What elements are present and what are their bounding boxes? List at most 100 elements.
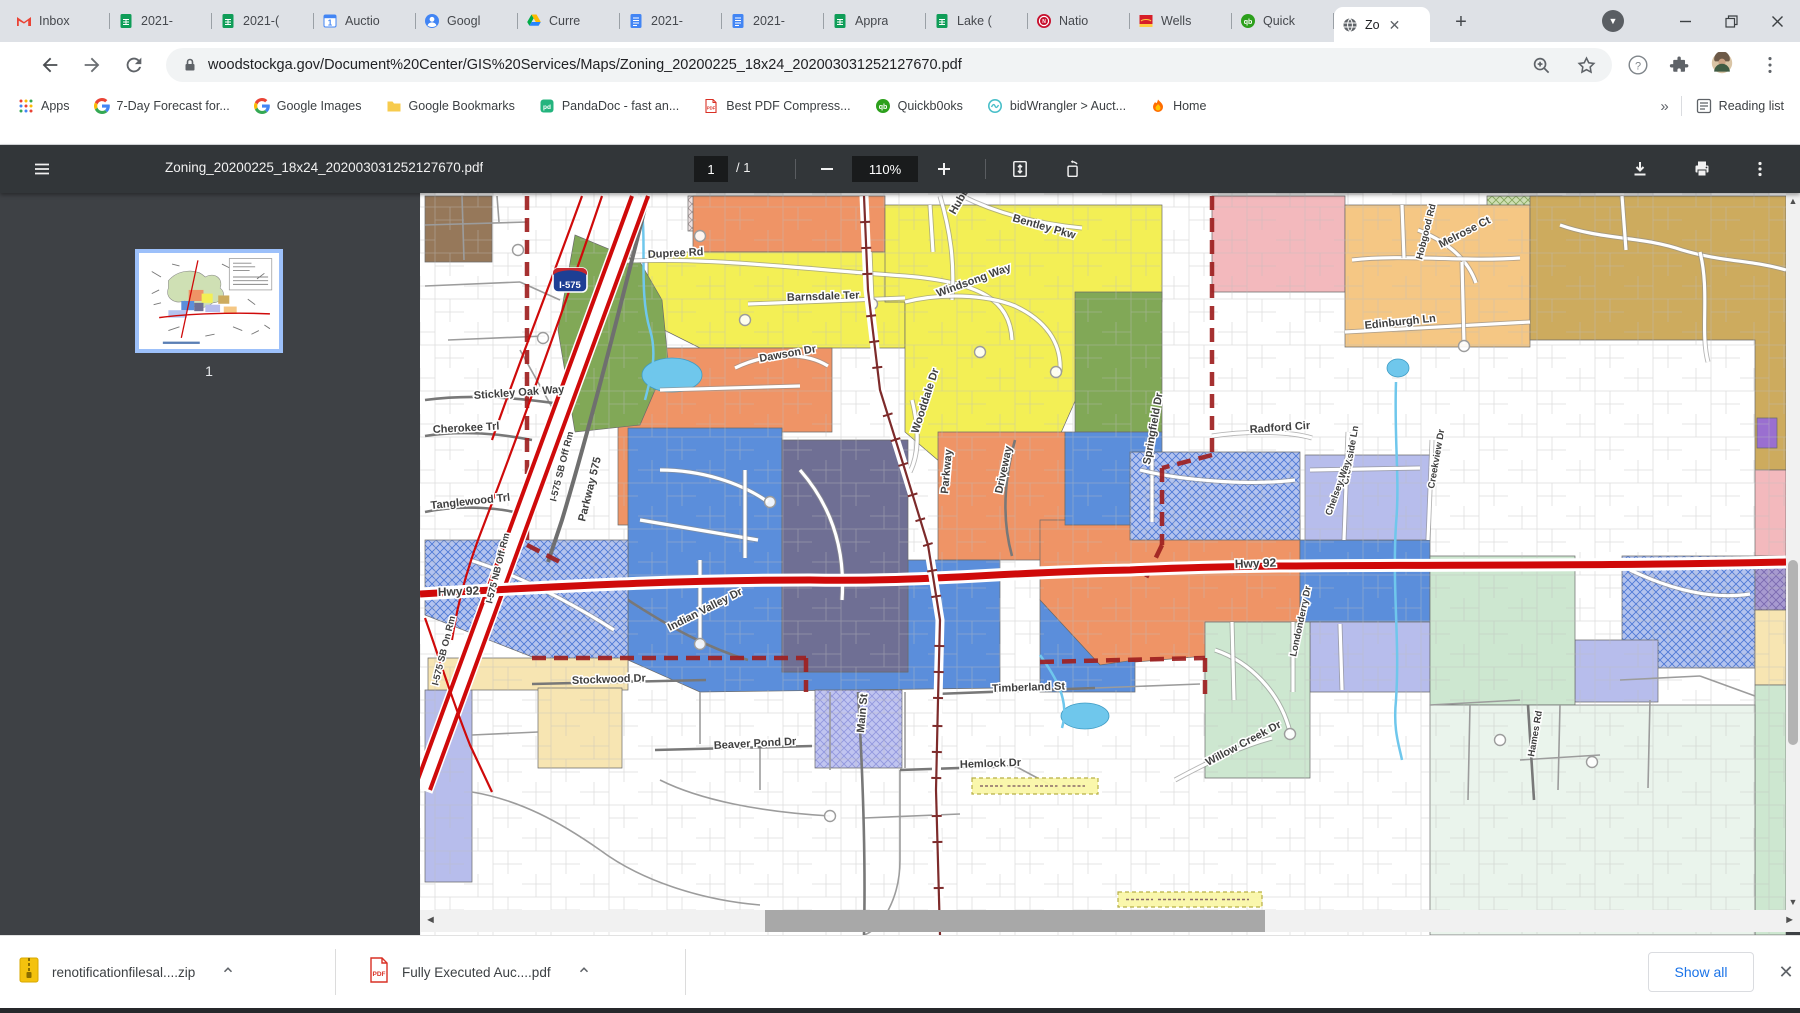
svg-text:Hwy 92: Hwy 92 [1235, 556, 1277, 571]
qb-icon: qb [875, 98, 891, 114]
wells-icon [1138, 13, 1154, 29]
bookmark-pandadoc-fast-an-[interactable]: pd PandaDoc - fast an... [539, 98, 679, 114]
scroll-right-arrow[interactable]: ► [1784, 914, 1795, 926]
sheets-icon [118, 13, 134, 29]
extensions-puzzle-icon[interactable] [1666, 51, 1694, 79]
bookmark-label: PandaDoc - fast an... [562, 99, 679, 113]
back-button[interactable] [36, 51, 64, 79]
print-button[interactable] [1690, 157, 1714, 181]
divider [335, 949, 336, 995]
tab-appra[interactable]: Appra [824, 0, 926, 42]
scroll-down-arrow[interactable]: ▼ [1786, 897, 1800, 907]
browser-window: Inbox2021-2021-(1AuctioGooglCurre2021-20… [0, 0, 1800, 1013]
close-tab-icon[interactable]: ✕ [1389, 18, 1401, 32]
svg-text:Timberland St: Timberland St [992, 680, 1066, 695]
vertical-scroll-thumb[interactable] [1788, 560, 1798, 745]
bookmark-7-day-forecast-for-[interactable]: 7-Day Forecast for... [94, 98, 230, 114]
pdf-viewer-area: 1 I-575Dupree RdBarnsdale TerDawson DrHu… [0, 193, 1800, 935]
horizontal-scrollbar[interactable]: ◄ ► [420, 910, 1800, 932]
tab-2021-[interactable]: 2021- [722, 0, 824, 42]
bookmark-apps[interactable]: Apps [18, 98, 70, 114]
zoning-map-canvas[interactable]: I-575Dupree RdBarnsdale TerDawson DrHubb… [420, 193, 1786, 935]
help-icon[interactable]: ? [1624, 51, 1652, 79]
tab-natio[interactable]: NNatio [1028, 0, 1130, 42]
scroll-left-arrow[interactable]: ◄ [425, 914, 436, 926]
tab-label: Googl [447, 14, 480, 28]
bookmark-google-images[interactable]: Google Images [254, 98, 362, 114]
tab-auctio[interactable]: 1Auctio [314, 0, 416, 42]
svg-text:qb: qb [878, 104, 887, 111]
tab-curre[interactable]: Curre [518, 0, 620, 42]
close-downloads-bar-icon[interactable]: ✕ [1772, 958, 1800, 986]
bookmark-star-icon[interactable] [1577, 56, 1596, 75]
new-tab-button[interactable]: + [1448, 9, 1474, 35]
bookmarks-overflow-chevron[interactable]: » [1660, 98, 1666, 115]
tab-inbox[interactable]: Inbox [8, 0, 110, 42]
zoom-level: 110% [852, 156, 918, 182]
tab-2021-[interactable]: 2021- [620, 0, 722, 42]
fit-to-page-button[interactable] [1008, 157, 1032, 181]
tab-bar: Inbox2021-2021-(1AuctioGooglCurre2021-20… [0, 0, 1800, 42]
download-expand-chevron-icon[interactable] [577, 963, 591, 982]
tab-search-icon[interactable]: ▼ [1602, 10, 1624, 32]
bookmark-best-pdf-compress-[interactable]: PDFBest PDF Compress... [703, 98, 850, 114]
address-bar[interactable]: woodstockga.gov/Document%20Center/GIS%20… [166, 48, 1612, 82]
reload-button[interactable] [120, 51, 148, 79]
flame-icon [1150, 98, 1166, 114]
bookmark-label: bidWrangler > Auct... [1010, 99, 1126, 113]
restore-button[interactable] [1708, 0, 1754, 42]
bookmark-label: Apps [41, 99, 70, 113]
tab-label: Quick [1263, 14, 1295, 28]
bookmark-quickb0oks[interactable]: qbQuickb0oks [875, 98, 963, 114]
download-filename: Fully Executed Auc....pdf [402, 965, 551, 980]
svg-text:qb: qb [1244, 19, 1253, 26]
tab-googl[interactable]: Googl [416, 0, 518, 42]
divider [1681, 96, 1682, 116]
pandadoc-icon: pd [539, 98, 555, 114]
chrome-menu-kebab-icon[interactable] [1756, 51, 1784, 79]
apps-icon [18, 98, 34, 114]
tab-2021-[interactable]: 2021- [110, 0, 212, 42]
tab-quick[interactable]: qb Quick [1232, 0, 1334, 42]
zoom-page-icon[interactable] [1532, 56, 1551, 75]
tab-label: 2021- [651, 14, 683, 28]
zoom-out-button[interactable] [815, 157, 839, 181]
tab-lake-[interactable]: Lake ( [926, 0, 1028, 42]
lock-icon[interactable] [182, 57, 198, 73]
page-thumbnail[interactable] [135, 249, 283, 353]
tab-label: Curre [549, 14, 580, 28]
bookmark-google-bookmarks[interactable]: Google Bookmarks [386, 98, 515, 114]
rotate-button[interactable] [1060, 157, 1084, 181]
tab-2021-[interactable]: 2021-( [212, 0, 314, 42]
download-item[interactable]: PDF Fully Executed Auc....pdf [368, 936, 591, 1009]
forward-button[interactable] [78, 51, 106, 79]
show-all-downloads-button[interactable]: Show all [1648, 952, 1754, 992]
natl-icon: N [1036, 13, 1052, 29]
download-expand-chevron-icon[interactable] [221, 963, 235, 982]
bookmark-home[interactable]: Home [1150, 98, 1206, 114]
page-number-input[interactable]: 1 [694, 156, 728, 182]
pdf-menu-hamburger-icon[interactable] [30, 157, 54, 181]
pdffile-icon: PDF [368, 957, 390, 988]
pdf-more-kebab-icon[interactable] [1748, 157, 1772, 181]
close-window-button[interactable] [1754, 0, 1800, 42]
bottom-edge [0, 1008, 1800, 1013]
reading-list-button[interactable]: Reading list [1696, 98, 1784, 114]
download-button[interactable] [1628, 157, 1652, 181]
tab-wells[interactable]: Wells [1130, 0, 1232, 42]
pdf-toolbar: Zoning_20200225_18x24_202003031252127670… [0, 145, 1800, 193]
bookmark-bidwrangler-auct-[interactable]: bidWrangler > Auct... [987, 98, 1126, 114]
bookmarks-bar: Apps 7-Day Forecast for... Google Images Go… [0, 88, 1800, 124]
tab-active-zo[interactable]: Zo✕ [1334, 7, 1430, 42]
minimize-button[interactable] [1662, 0, 1708, 42]
profile-avatar[interactable] [1708, 49, 1736, 77]
horizontal-scroll-thumb[interactable] [765, 910, 1265, 932]
sheets-icon [934, 13, 950, 29]
calendar-icon: 1 [322, 13, 338, 29]
divider [985, 159, 986, 179]
scroll-up-arrow[interactable]: ▲ [1786, 196, 1800, 206]
svg-text:Hemlock Dr: Hemlock Dr [960, 757, 1022, 771]
vertical-scrollbar[interactable]: ▲ ▼ [1786, 193, 1800, 910]
zoom-in-button[interactable] [932, 157, 956, 181]
download-item[interactable]: renotificationfilesal....zip [18, 936, 235, 1009]
